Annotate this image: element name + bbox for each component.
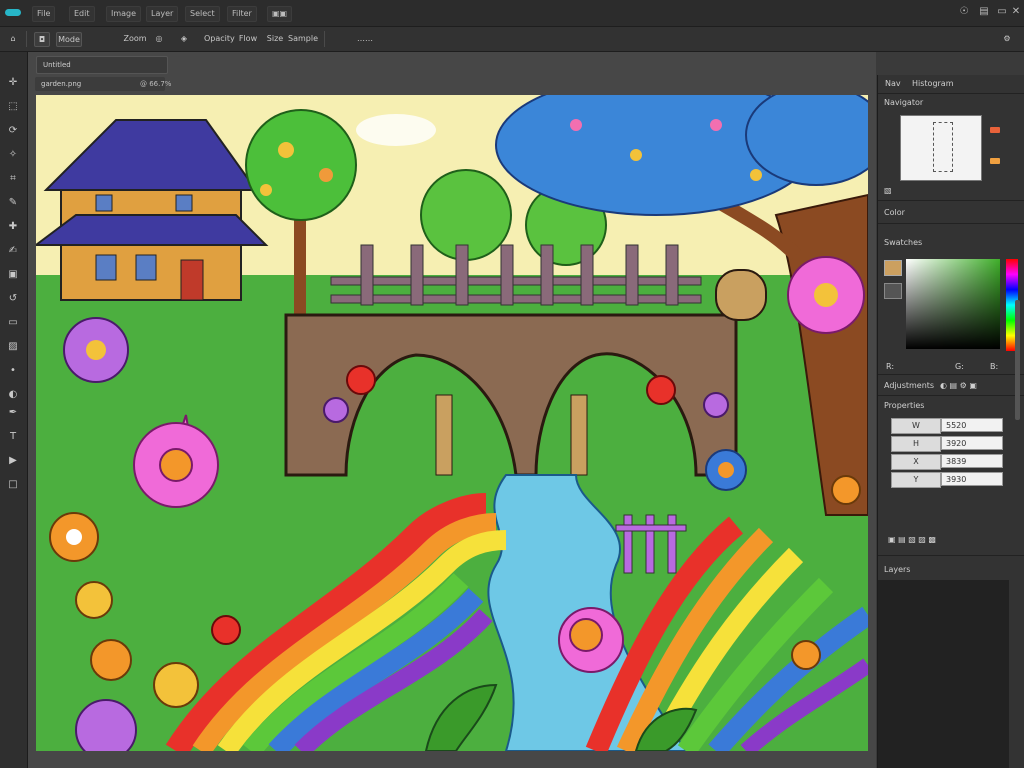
brush-icon[interactable]: ✍: [6, 244, 20, 258]
menu-bar: File Edit Image Layer Select Filter ▣▣ ☉…: [0, 0, 1024, 27]
shape-icon[interactable]: □: [6, 478, 20, 492]
option-home-icon[interactable]: ⌂: [6, 32, 20, 45]
background-color-swatch[interactable]: [884, 283, 902, 299]
option-separator: [26, 31, 27, 47]
panel-divider: [878, 223, 1024, 224]
prop-key: W: [891, 418, 941, 434]
color-readout-b: B:: [990, 362, 999, 371]
prop-key: X: [891, 454, 941, 470]
search-icon[interactable]: ☉: [958, 6, 970, 18]
menu-view[interactable]: ▣▣: [267, 6, 293, 22]
panel-divider: [878, 555, 1024, 556]
close-icon[interactable]: ✕: [1010, 6, 1022, 18]
navigator-thumbnail[interactable]: [900, 115, 982, 181]
panel-divider: [878, 395, 1024, 396]
color-readout-g: G:: [955, 362, 964, 371]
prop-key: H: [891, 436, 941, 452]
option-settings-icon[interactable]: ⚙: [1000, 32, 1014, 45]
option-separator: [324, 31, 325, 47]
layers-list[interactable]: [878, 580, 1009, 768]
document-zoom-info: @ 66.7%: [140, 80, 172, 88]
adjust-icons[interactable]: ◐ ▤ ⚙ ▣: [940, 381, 977, 390]
panel-scrollbar[interactable]: [1015, 300, 1020, 420]
table-row: W 5520: [891, 416, 1005, 434]
panel-footer-icons[interactable]: ▣ ▤ ▧ ▨ ▩: [888, 535, 936, 544]
option-tool-preset[interactable]: ◘: [34, 32, 50, 47]
eyedropper-icon[interactable]: ✎: [6, 196, 20, 210]
swatches-label: Swatches: [884, 238, 923, 247]
table-row: H 3920: [891, 434, 1005, 452]
pen-icon[interactable]: ✒: [6, 406, 20, 420]
lasso-icon[interactable]: ⟳: [6, 124, 20, 138]
select-icon[interactable]: ▶: [6, 454, 20, 468]
prop-value[interactable]: 5520: [941, 418, 1003, 432]
panel-icon[interactable]: ▤: [978, 6, 990, 18]
history-icon[interactable]: ↺: [6, 292, 20, 306]
navigator-label: Navigator: [884, 98, 924, 107]
color-label: Color: [884, 208, 905, 217]
move-icon[interactable]: ✛: [6, 76, 20, 90]
document-tab-label: garden.png: [41, 80, 82, 88]
panel-divider: [878, 374, 1024, 375]
properties-table: W 5520 H 3920 X 3839 Y 3930: [891, 416, 1005, 488]
option-opacity[interactable]: Opacity: [204, 32, 235, 45]
option-brush-icon[interactable]: ◈: [178, 32, 190, 45]
app-logo: [5, 9, 21, 16]
option-extra[interactable]: ……: [335, 32, 395, 45]
crop-icon[interactable]: ⌗: [6, 172, 20, 186]
foreground-color-swatch[interactable]: [884, 260, 902, 276]
color-readout-r: R:: [886, 362, 895, 371]
type-icon[interactable]: T: [6, 430, 20, 444]
tab-histogram[interactable]: Histogram: [912, 77, 954, 91]
option-size[interactable]: Size: [264, 32, 286, 45]
gradient-icon[interactable]: ▨: [6, 340, 20, 354]
table-row: Y 3930: [891, 470, 1005, 488]
menu-image[interactable]: Image: [106, 6, 142, 22]
stamp-icon[interactable]: ▣: [6, 268, 20, 282]
option-flow[interactable]: Flow: [236, 32, 260, 45]
prop-value[interactable]: 3839: [941, 454, 1003, 468]
option-zoom[interactable]: Zoom: [123, 32, 147, 45]
prop-value[interactable]: 3920: [941, 436, 1003, 450]
options-bar: ⌂ ◘ Mode Zoom ◎ ◈ Opacity Flow Size Samp…: [0, 27, 1024, 52]
document-name-label: Untitled: [43, 61, 71, 69]
image-canvas[interactable]: [36, 95, 868, 751]
menu-filter[interactable]: Filter: [227, 6, 257, 22]
properties-label: Properties: [884, 401, 925, 410]
tab-navigator[interactable]: Nav: [885, 77, 901, 91]
panel-divider: [878, 93, 1024, 94]
eraser-icon[interactable]: ▭: [6, 316, 20, 330]
menu-layer[interactable]: Layer: [146, 6, 179, 22]
document-name-box[interactable]: Untitled: [36, 56, 168, 74]
garden-illustration: [36, 95, 868, 751]
tools-panel: ✛ ⬚ ⟳ ✧ ⌗ ✎ ✚ ✍ ▣ ↺ ▭ ▨ • ◐ ✒ T ▶ □: [0, 52, 28, 768]
marquee-icon[interactable]: ⬚: [6, 100, 20, 114]
menu-edit[interactable]: Edit: [69, 6, 95, 22]
prop-key: Y: [891, 472, 941, 488]
color-picker-field[interactable]: [906, 259, 1000, 349]
option-mode[interactable]: Mode: [56, 32, 82, 47]
heal-icon[interactable]: ✚: [6, 220, 20, 234]
navigator-zoom-icon[interactable]: ▧: [884, 186, 892, 195]
option-sample[interactable]: Sample: [288, 32, 318, 45]
swatch-amber[interactable]: [990, 158, 1000, 164]
panel-divider: [878, 200, 1024, 201]
navigator-view-box[interactable]: [933, 122, 953, 172]
adjustments-label: Adjustments: [884, 381, 935, 390]
option-target-icon[interactable]: ◎: [153, 32, 165, 45]
swatch-orange[interactable]: [990, 127, 1000, 133]
dodge-icon[interactable]: ◐: [6, 388, 20, 402]
layers-label: Layers: [884, 565, 911, 574]
minimize-icon[interactable]: ▭: [996, 6, 1008, 18]
table-row: X 3839: [891, 452, 1005, 470]
wand-icon[interactable]: ✧: [6, 148, 20, 162]
blur-icon[interactable]: •: [6, 364, 20, 378]
menu-file[interactable]: File: [32, 6, 56, 22]
prop-value[interactable]: 3930: [941, 472, 1003, 486]
menu-select[interactable]: Select: [185, 6, 220, 22]
